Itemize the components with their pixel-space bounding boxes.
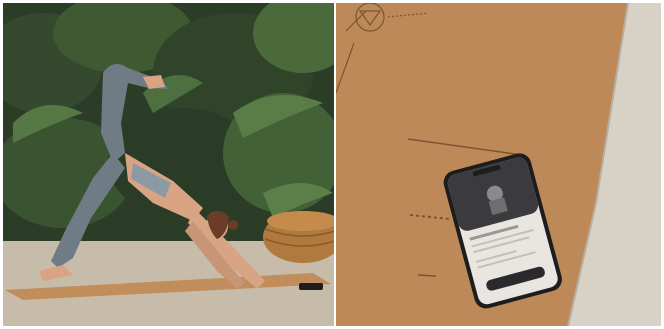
cork-mat-photo-right — [336, 3, 661, 326]
cork-mat-scene-illustration — [336, 3, 661, 326]
smartphone-icon — [299, 283, 323, 290]
yoga-photo-left — [3, 3, 334, 326]
yoga-scene-illustration — [3, 3, 334, 326]
